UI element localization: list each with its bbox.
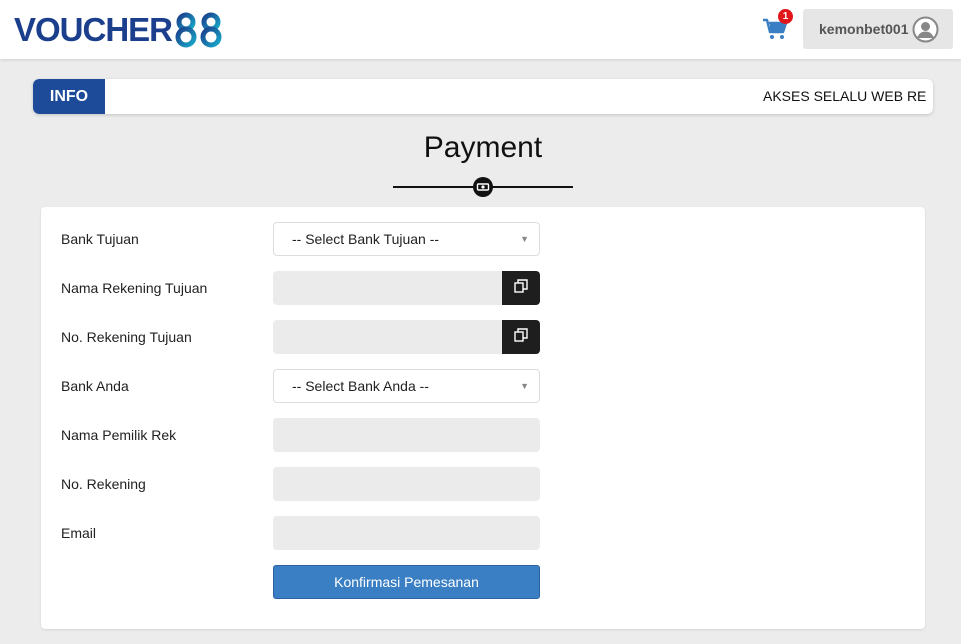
user-avatar-icon	[912, 16, 939, 43]
no-rekening-field[interactable]	[273, 467, 540, 501]
nama-pemilik-rek-field[interactable]	[273, 418, 540, 452]
user-menu-button[interactable]: kemonbet001	[803, 9, 953, 49]
chevron-down-icon: ▼	[520, 381, 529, 391]
copy-icon	[514, 278, 528, 298]
bank-tujuan-select-value: -- Select Bank Tujuan --	[292, 231, 440, 247]
cart-count-badge: 1	[778, 9, 793, 24]
bank-anda-select[interactable]: -- Select Bank Anda -- ▼	[273, 369, 540, 403]
info-marquee-text: AKSES SELALU WEB RES	[763, 88, 926, 104]
no-rekening-tujuan-label: No. Rekening Tujuan	[61, 329, 192, 345]
chevron-down-icon: ▼	[520, 234, 529, 244]
logo-88-icon	[173, 12, 225, 48]
info-label: INFO	[33, 79, 105, 114]
nama-pemilik-rek-label: Nama Pemilik Rek	[61, 427, 177, 443]
top-header: VOUCHER 1 kemonbet001	[0, 0, 961, 59]
no-rekening-label: No. Rekening	[61, 476, 146, 492]
copy-no-rekening-button[interactable]	[502, 320, 540, 354]
email-field[interactable]	[273, 516, 540, 550]
logo-text: VOUCHER	[14, 11, 173, 48]
page-title: Payment	[423, 131, 543, 164]
copy-icon	[514, 327, 528, 347]
bank-tujuan-select[interactable]: -- Select Bank Tujuan -- ▼	[273, 222, 540, 256]
nama-rekening-tujuan-field[interactable]	[273, 271, 502, 305]
bank-anda-label: Bank Anda	[61, 378, 129, 394]
copy-nama-rekening-button[interactable]	[502, 271, 540, 305]
nama-rekening-tujuan-label: Nama Rekening Tujuan	[61, 280, 208, 296]
email-label: Email	[61, 525, 97, 541]
money-icon	[473, 177, 493, 197]
bank-anda-select-value: -- Select Bank Anda --	[292, 378, 429, 394]
username: kemonbet001	[819, 21, 909, 37]
site-logo[interactable]: VOUCHER	[14, 10, 225, 50]
konfirmasi-pemesanan-button[interactable]: Konfirmasi Pemesanan	[273, 565, 540, 599]
bank-tujuan-label: Bank Tujuan	[61, 231, 139, 247]
info-bar: INFO AKSES SELALU WEB RES	[33, 79, 933, 114]
no-rekening-tujuan-field[interactable]	[273, 320, 502, 354]
